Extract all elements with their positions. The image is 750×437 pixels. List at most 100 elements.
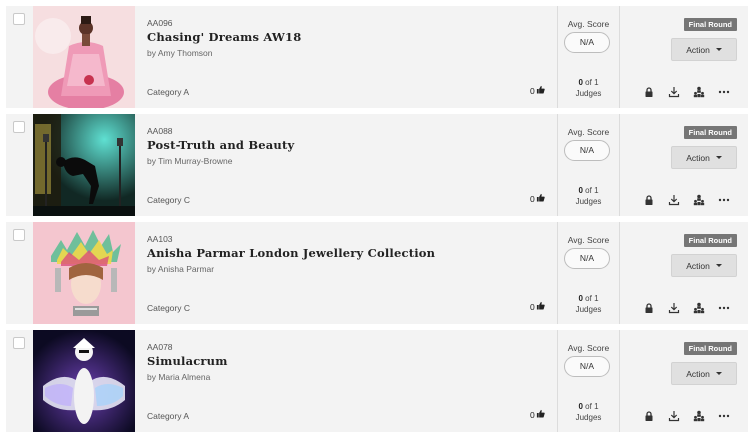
vote-count[interactable]: 0 — [530, 409, 545, 420]
submission-info: AA088 Post-Truth and Beauty by Tim Murra… — [147, 114, 557, 216]
judges-label: Judges — [575, 89, 602, 98]
submission-thumbnail[interactable] — [33, 222, 135, 324]
score-column: Avg. Score N/A 0 of 1 Judges — [558, 330, 619, 432]
submission-category: Category A — [147, 87, 190, 97]
download-icon[interactable] — [668, 302, 680, 314]
judges-count: 0 — [578, 186, 583, 195]
lock-icon[interactable] — [643, 302, 655, 314]
vote-count-value: 0 — [530, 301, 535, 312]
action-button-label: Action — [686, 260, 710, 271]
caret-down-icon — [715, 156, 722, 159]
row-icon-toolbar — [643, 194, 730, 206]
select-checkbox[interactable] — [13, 13, 25, 25]
action-button-label: Action — [686, 152, 710, 163]
submission-category: Category C — [147, 303, 190, 313]
actions-column: Final Round Action — [620, 114, 748, 216]
score-column: Avg. Score N/A 0 of 1 Judges — [558, 6, 619, 108]
caret-down-icon — [715, 264, 722, 267]
row-icon-toolbar — [643, 410, 730, 422]
select-checkbox[interactable] — [13, 337, 25, 349]
action-dropdown-button[interactable]: Action — [671, 146, 737, 169]
avg-score-label: Avg. Score — [567, 127, 610, 137]
download-icon[interactable] — [668, 86, 680, 98]
submission-title[interactable]: Anisha Parmar London Jewellery Collectio… — [147, 246, 435, 260]
actions-column: Final Round Action — [620, 222, 748, 324]
thumbs-up-icon — [536, 409, 545, 420]
submission-thumbnail[interactable] — [33, 330, 135, 432]
judges-total: of 1 — [585, 186, 599, 195]
lock-icon[interactable] — [643, 86, 655, 98]
avg-score-value: N/A — [564, 32, 610, 53]
hierarchy-icon[interactable] — [693, 302, 705, 314]
avg-score-label: Avg. Score — [567, 19, 610, 29]
avg-score-label: Avg. Score — [567, 235, 610, 245]
score-column: Avg. Score N/A 0 of 1 Judges — [558, 222, 619, 324]
avg-score-value: N/A — [564, 140, 610, 161]
actions-column: Final Round Action — [620, 330, 748, 432]
action-dropdown-button[interactable]: Action — [671, 254, 737, 277]
action-button-label: Action — [686, 368, 710, 379]
hierarchy-icon[interactable] — [693, 410, 705, 422]
select-checkbox[interactable] — [13, 121, 25, 133]
lock-icon[interactable] — [643, 410, 655, 422]
submission-thumbnail[interactable] — [33, 6, 135, 108]
judges-count: 0 — [578, 294, 583, 303]
round-badge: Final Round — [683, 342, 737, 355]
vote-count[interactable]: 0 — [530, 85, 545, 96]
avg-score-label: Avg. Score — [567, 343, 610, 353]
select-checkbox[interactable] — [13, 229, 25, 241]
judges-total: of 1 — [585, 78, 599, 87]
action-dropdown-button[interactable]: Action — [671, 362, 737, 385]
hierarchy-icon[interactable] — [693, 194, 705, 206]
submission-category: Category C — [147, 195, 190, 205]
more-icon[interactable] — [718, 86, 730, 98]
submission-title[interactable]: Simulacrum — [147, 354, 228, 368]
judges-label: Judges — [575, 413, 602, 422]
submission-author: by Anisha Parmar — [147, 264, 215, 274]
lock-icon[interactable] — [643, 194, 655, 206]
thumbs-up-icon — [536, 193, 545, 204]
submission-author: by Maria Almena — [147, 372, 211, 382]
white-feather-costume-image — [33, 330, 135, 432]
judges-progress: 0 of 1 Judges — [558, 293, 619, 315]
judges-progress: 0 of 1 Judges — [558, 77, 619, 99]
judges-count: 0 — [578, 402, 583, 411]
more-icon[interactable] — [718, 302, 730, 314]
judges-count: 0 — [578, 78, 583, 87]
submission-code: AA088 — [147, 126, 173, 136]
thumbs-up-icon — [536, 301, 545, 312]
submission-code: AA078 — [147, 342, 173, 352]
judges-progress: 0 of 1 Judges — [558, 401, 619, 423]
vote-count[interactable]: 0 — [530, 193, 545, 204]
submission-code: AA096 — [147, 18, 173, 28]
thumbs-up-icon — [536, 85, 545, 96]
jewellery-headpiece-image — [33, 222, 135, 324]
more-icon[interactable] — [718, 410, 730, 422]
judges-total: of 1 — [585, 402, 599, 411]
performance-silhouette-image — [33, 114, 135, 216]
submission-info: AA096 Chasing' Dreams AW18 by Amy Thomso… — [147, 6, 557, 108]
caret-down-icon — [715, 48, 722, 51]
judges-total: of 1 — [585, 294, 599, 303]
fashion-pink-dress-image — [33, 6, 135, 108]
download-icon[interactable] — [668, 410, 680, 422]
submission-thumbnail[interactable] — [33, 114, 135, 216]
download-icon[interactable] — [668, 194, 680, 206]
vote-count-value: 0 — [530, 85, 535, 96]
submission-title[interactable]: Post-Truth and Beauty — [147, 138, 294, 152]
submission-info: AA103 Anisha Parmar London Jewellery Col… — [147, 222, 557, 324]
round-badge: Final Round — [683, 126, 737, 139]
action-dropdown-button[interactable]: Action — [671, 38, 737, 61]
more-icon[interactable] — [718, 194, 730, 206]
vote-count[interactable]: 0 — [530, 301, 545, 312]
judges-progress: 0 of 1 Judges — [558, 185, 619, 207]
caret-down-icon — [715, 372, 722, 375]
hierarchy-icon[interactable] — [693, 86, 705, 98]
submission-row: AA088 Post-Truth and Beauty by Tim Murra… — [6, 114, 748, 216]
action-button-label: Action — [686, 44, 710, 55]
submission-info: AA078 Simulacrum by Maria Almena Categor… — [147, 330, 557, 432]
submission-title[interactable]: Chasing' Dreams AW18 — [147, 30, 301, 44]
submission-category: Category A — [147, 411, 190, 421]
row-icon-toolbar — [643, 302, 730, 314]
row-icon-toolbar — [643, 86, 730, 98]
